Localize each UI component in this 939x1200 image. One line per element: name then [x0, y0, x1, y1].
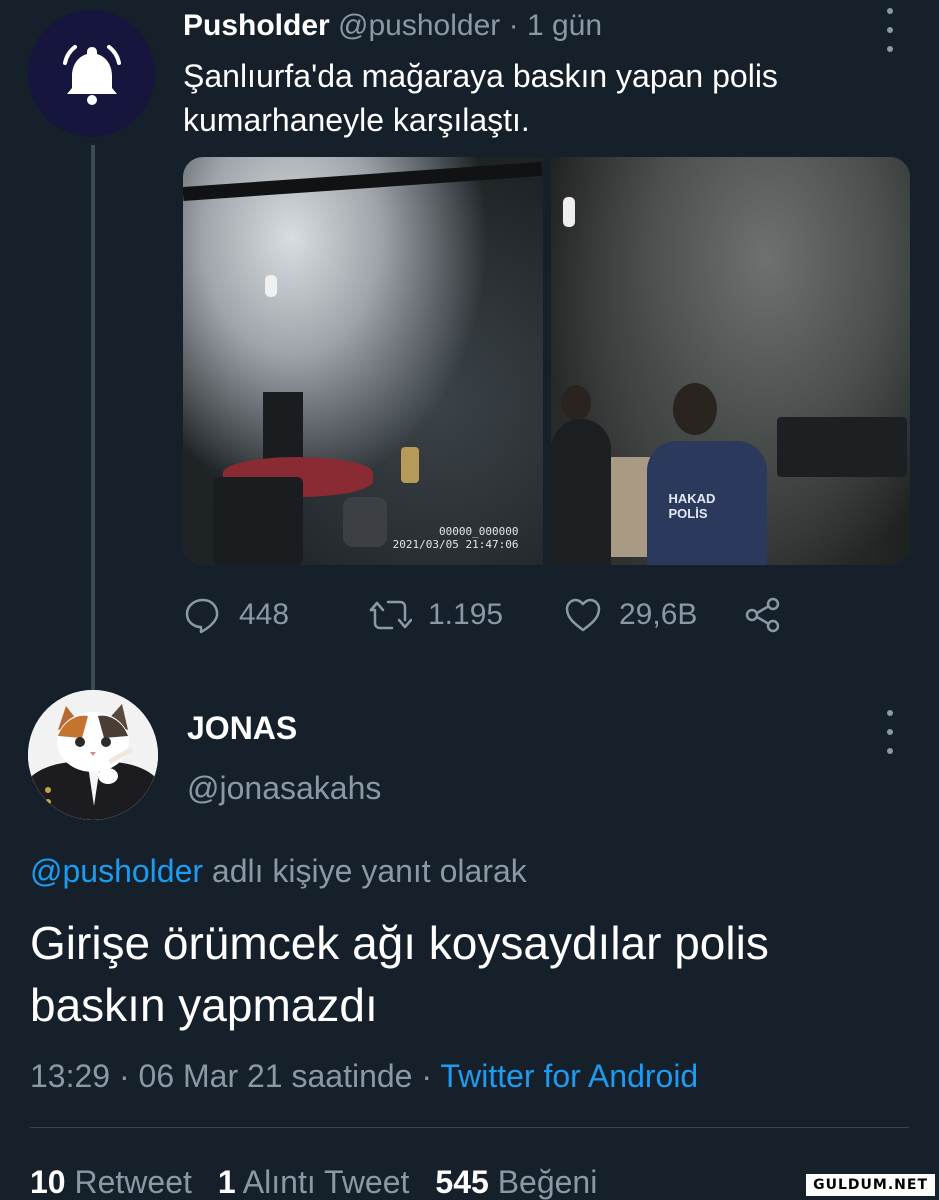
- vest-text: HAKAD POLİS: [669, 491, 716, 521]
- stacked-chair: [263, 392, 303, 462]
- reply-more-options-button[interactable]: [880, 710, 900, 754]
- retweet-action[interactable]: 1.195: [368, 595, 563, 635]
- kebab-dot-icon: [887, 729, 893, 735]
- jonas-avatar[interactable]: [28, 690, 158, 820]
- thread-connector-line: [91, 145, 95, 690]
- officer-head: [560, 385, 591, 421]
- officer-head: [672, 383, 717, 435]
- light-bulb: [265, 275, 277, 297]
- parent-header-separator: ·: [508, 9, 519, 42]
- quote-label: Alıntı Tweet: [242, 1164, 410, 1200]
- parent-author-name[interactable]: Pusholder: [183, 9, 330, 42]
- kebab-dot-icon: [887, 46, 893, 52]
- reply-tweet-stats: 10 Retweet 1 Alıntı Tweet 545 Beğeni: [30, 1160, 597, 1200]
- vest-text-line1: HAKAD: [668, 491, 716, 506]
- like-count: 29,6B: [619, 598, 698, 631]
- kebab-dot-icon: [887, 748, 893, 754]
- retweet-count: 1.195: [428, 598, 504, 631]
- reply-tweet-meta: 13:29 · 06 Mar 21 saatinde · Twitter for…: [30, 1054, 698, 1098]
- camera-timestamp-line1: 00000_000000: [439, 525, 519, 538]
- reply-author-name[interactable]: JONAS: [187, 708, 297, 748]
- reply-action[interactable]: 448: [183, 595, 368, 635]
- parent-tweet-header: Pusholder @pusholder · 1 gün: [183, 6, 602, 46]
- reply-tweet-timestamp[interactable]: 13:29 · 06 Mar 21 saatinde: [30, 1058, 412, 1094]
- meta-separator: ·: [421, 1058, 433, 1094]
- parent-tweet-text: Şanlıurfa'da mağaraya baskın yapan polis…: [183, 58, 778, 138]
- cave-interior-photo[interactable]: 00000_000000 2021/03/05 21:47:06: [183, 157, 543, 565]
- likes-stat[interactable]: 545 Beğeni: [435, 1164, 597, 1200]
- reply-count: 448: [239, 598, 290, 631]
- bottle: [401, 447, 419, 483]
- comment-icon: [185, 598, 219, 634]
- tweet-source-link[interactable]: Twitter for Android: [440, 1058, 698, 1094]
- retweet-icon: [369, 600, 412, 630]
- chair: [213, 477, 303, 565]
- table: [776, 417, 907, 477]
- retweets-stat[interactable]: 10 Retweet: [30, 1164, 192, 1200]
- kebab-dot-icon: [887, 8, 893, 14]
- camera-timestamp: 00000_000000 2021/03/05 21:47:06: [393, 525, 519, 551]
- quotes-stat[interactable]: 1 Alıntı Tweet: [218, 1164, 410, 1200]
- kebab-dot-icon: [887, 710, 893, 716]
- parent-tweet-time[interactable]: 1 gün: [527, 9, 602, 42]
- like-action[interactable]: 29,6B: [563, 595, 743, 635]
- like-label: Beğeni: [497, 1164, 598, 1200]
- heart-icon: [565, 598, 601, 632]
- quote-count-value: 1: [217, 1164, 236, 1200]
- like-count-value: 545: [435, 1164, 489, 1200]
- tweet-detail-screen: Pusholder @pusholder · 1 gün Şanlıurfa'd…: [0, 0, 939, 1200]
- pusholder-avatar[interactable]: [28, 10, 155, 137]
- light-bulb: [562, 197, 575, 227]
- reply-author-handle[interactable]: @jonasakahs: [187, 768, 381, 808]
- kebab-dot-icon: [887, 27, 893, 33]
- parent-author-handle[interactable]: @pusholder: [338, 9, 500, 42]
- parent-more-options-button[interactable]: [880, 8, 900, 52]
- vest-text-line2: POLİS: [668, 506, 708, 521]
- replying-to-line: @pusholder adlı kişiye yanıt olarak: [30, 850, 527, 892]
- ceiling-beam: [183, 161, 543, 201]
- police-in-cave-photo[interactable]: HAKAD POLİS: [550, 157, 910, 565]
- stats-divider: [30, 1127, 909, 1128]
- bell-icon: [62, 44, 121, 105]
- site-watermark: GULDUM.NET: [806, 1174, 935, 1196]
- reply-tweet-text: Girişe örümcek ağı koysaydılar polis bas…: [30, 917, 769, 1031]
- parent-tweet-media[interactable]: 00000_000000 2021/03/05 21:47:06 HAKAD P…: [183, 157, 910, 565]
- retweet-count-value: 10: [30, 1164, 66, 1200]
- share-icon: [745, 597, 780, 633]
- share-action[interactable]: [743, 595, 783, 635]
- chair: [343, 497, 387, 547]
- replying-to-suffix: adlı kişiye yanıt olarak: [211, 853, 527, 889]
- retweet-label: Retweet: [74, 1164, 192, 1200]
- parent-tweet-actions: 448 1.195 29,6B: [183, 590, 803, 640]
- officer-figure: [550, 419, 611, 565]
- cat-avatar: [28, 690, 158, 820]
- camera-timestamp-line2: 2021/03/05 21:47:06: [392, 538, 519, 551]
- replying-to-mention[interactable]: @pusholder: [30, 853, 203, 889]
